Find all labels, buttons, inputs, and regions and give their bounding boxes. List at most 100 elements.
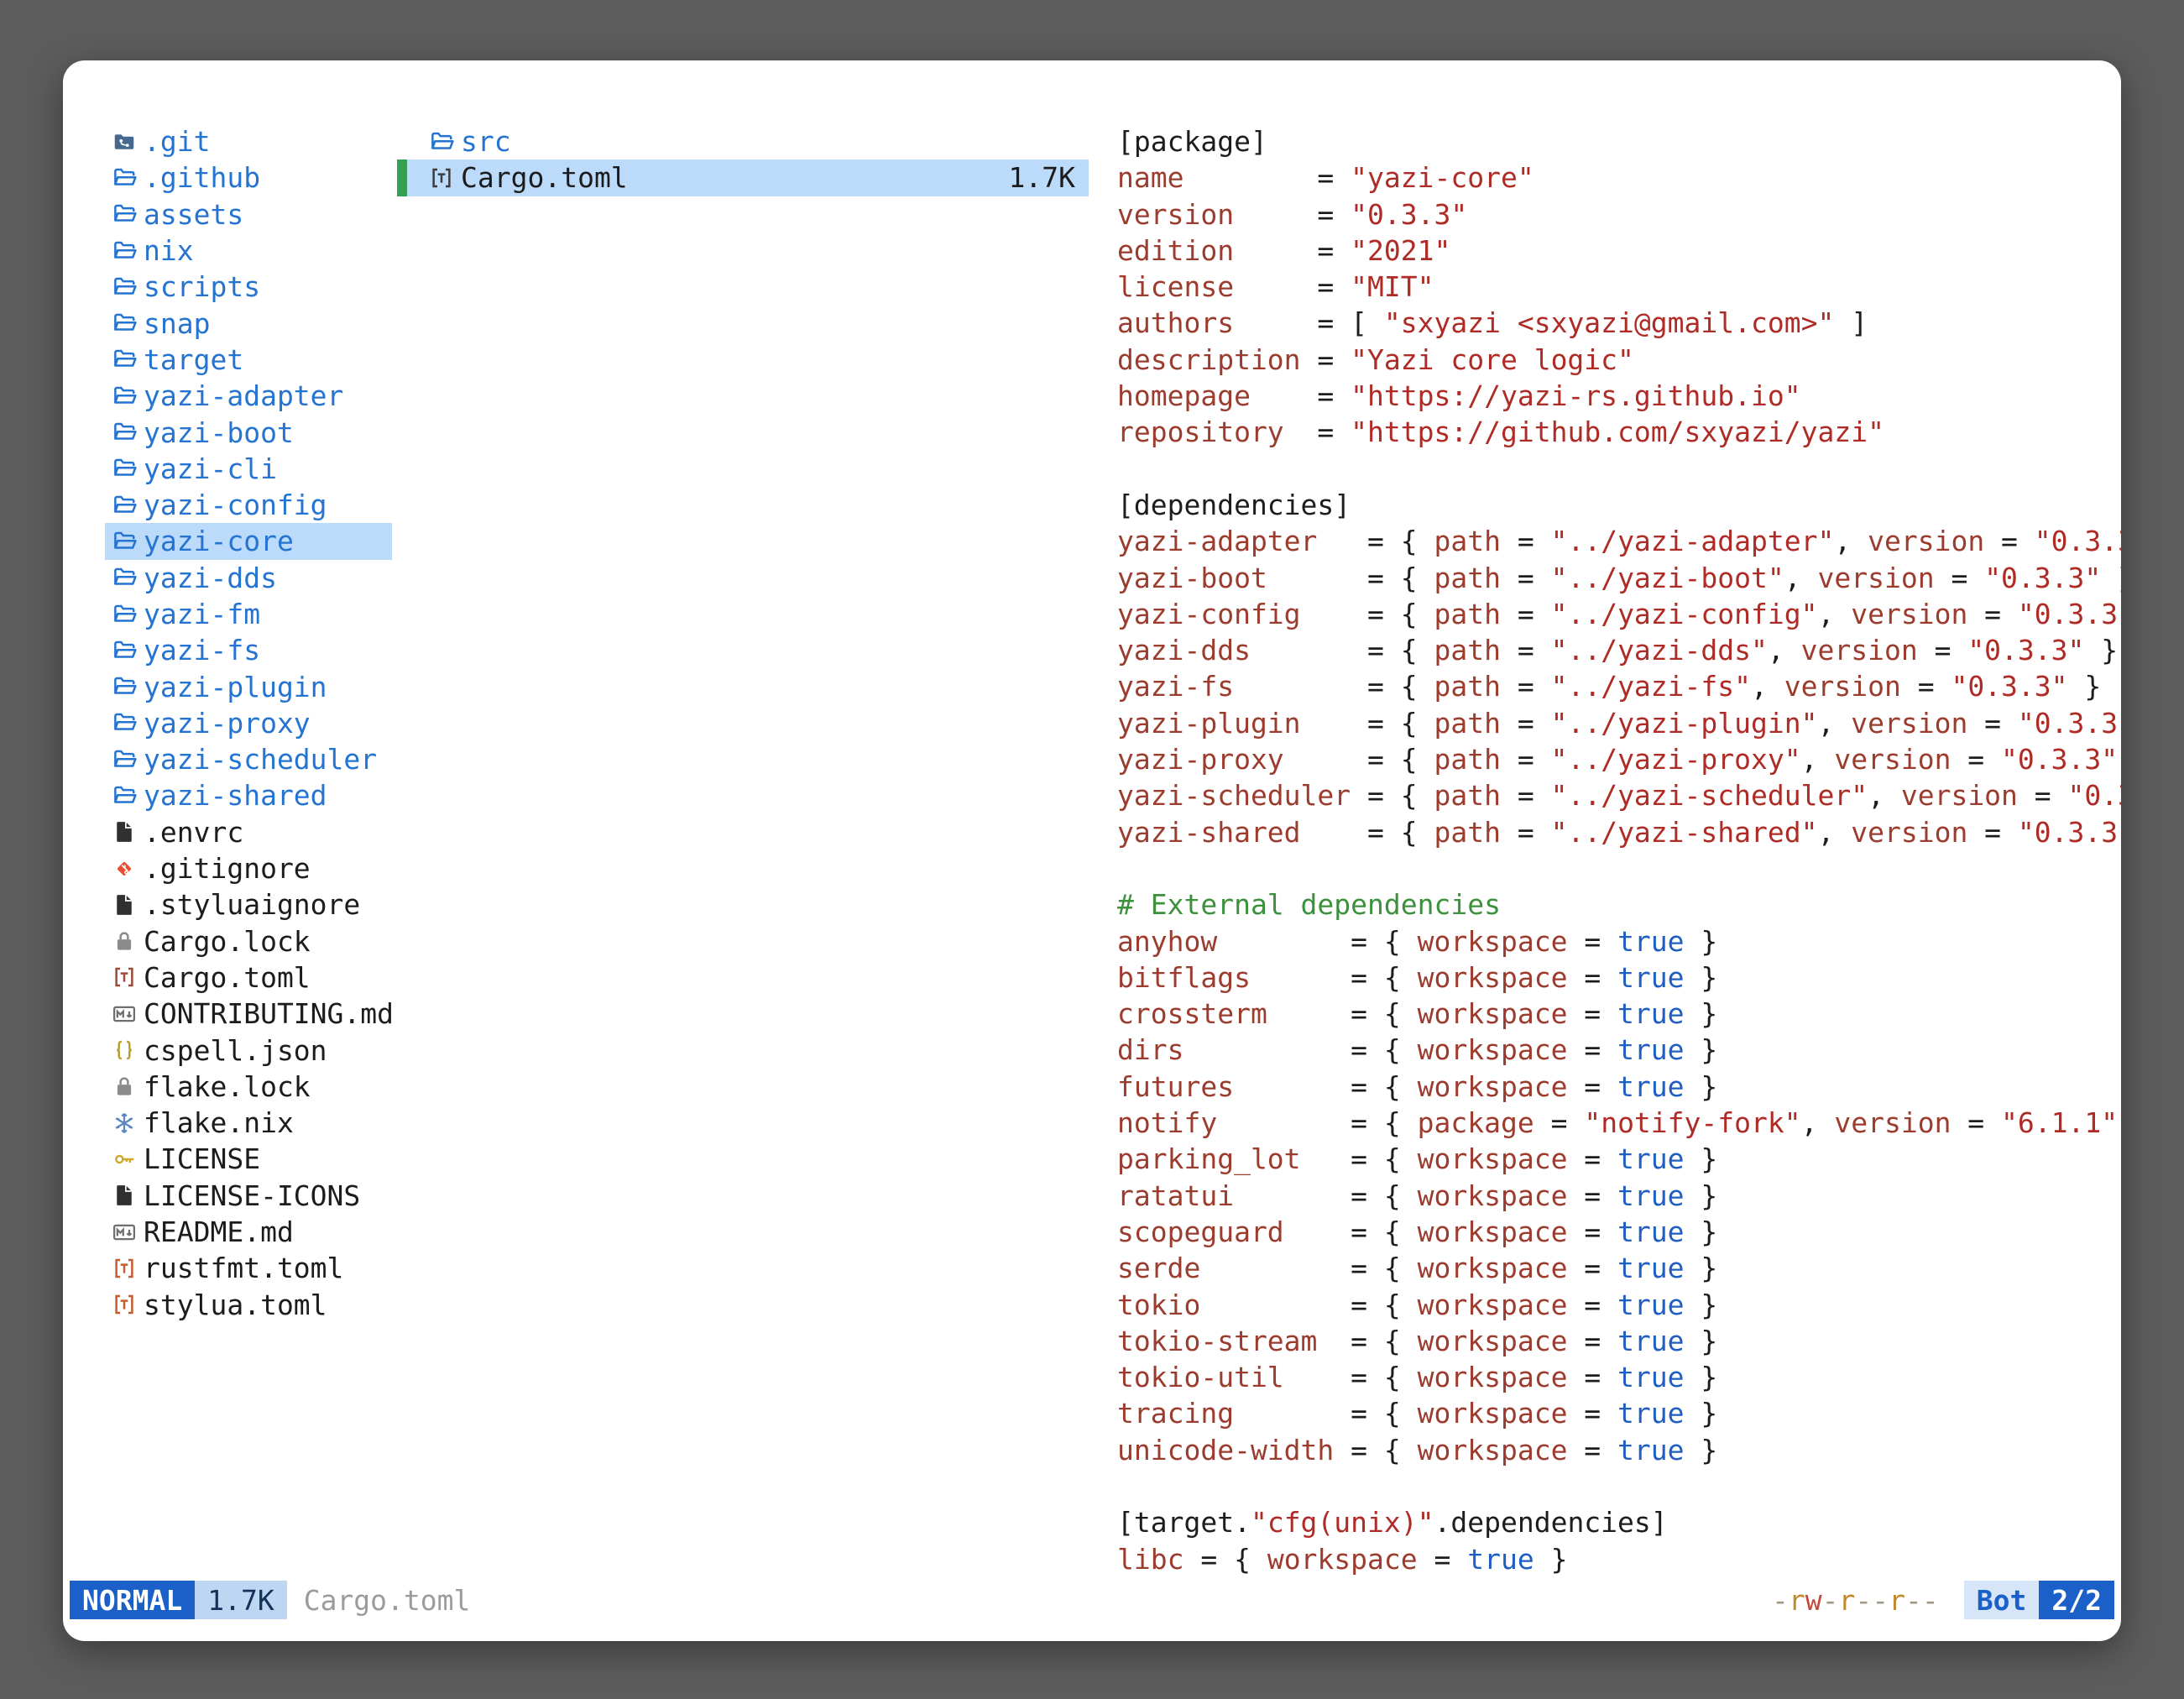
folder-icon — [110, 565, 138, 590]
file-item-license[interactable]: LICENSE — [105, 1141, 392, 1177]
file-item-styluaignore[interactable]: .styluaignore — [105, 886, 392, 923]
status-bar: NORMAL 1.7K Cargo.toml -rw-r--r-- Bot 2/… — [70, 1581, 2114, 1619]
item-label: yazi-proxy — [144, 707, 311, 740]
dir-item-yazi-boot[interactable]: yazi-boot — [105, 414, 392, 450]
preview-line: parking_lot = { workspace = true } — [1117, 1141, 2121, 1177]
dir-item-github[interactable]: .github — [105, 159, 392, 196]
preview-line: crossterm = { workspace = true } — [1117, 996, 2121, 1032]
preview-line: yazi-dds = { path = "../yazi-dds", versi… — [1117, 632, 2121, 668]
markdown-icon — [110, 1220, 138, 1245]
item-label: yazi-fs — [144, 634, 260, 667]
item-label: yazi-fm — [144, 598, 260, 630]
item-label: flake.lock — [144, 1070, 311, 1103]
preview-line: anyhow = { workspace = true } — [1117, 923, 2121, 959]
item-label: yazi-scheduler — [144, 743, 377, 776]
folder-icon — [110, 747, 138, 772]
current-pane: srcCargo.toml1.7K — [397, 123, 1089, 196]
dir-item-yazi-plugin[interactable]: yazi-plugin — [105, 668, 392, 704]
item-label: scripts — [144, 270, 260, 303]
folder-icon — [110, 674, 138, 699]
item-label: .styluaignore — [144, 888, 360, 921]
dir-item-yazi-core[interactable]: yazi-core — [105, 523, 392, 559]
dir-item-yazi-fs[interactable]: yazi-fs — [105, 632, 392, 668]
file-item-rustfmt-toml[interactable]: rustfmt.toml — [105, 1250, 392, 1286]
preview-line: authors = [ "sxyazi <sxyazi@gmail.com>" … — [1117, 305, 2121, 341]
dir-item-yazi-cli[interactable]: yazi-cli — [105, 451, 392, 487]
preview-line: description = "Yazi core logic" — [1117, 342, 2121, 378]
file-size-badge: 1.7K — [195, 1581, 286, 1619]
dir-item-snap[interactable]: snap — [105, 305, 392, 341]
preview-line: tokio-util = { workspace = true } — [1117, 1359, 2121, 1395]
preview-line: unicode-width = { workspace = true } — [1117, 1432, 2121, 1468]
toml-icon — [110, 1256, 138, 1281]
scroll-position-badge: Bot — [1964, 1581, 2040, 1619]
preview-line: tokio = { workspace = true } — [1117, 1287, 2121, 1323]
dir-item-yazi-dds[interactable]: yazi-dds — [105, 560, 392, 596]
file-item-flake-lock[interactable]: flake.lock — [105, 1069, 392, 1105]
file-item-flake-nix[interactable]: flake.nix — [105, 1105, 392, 1141]
dir-item-yazi-scheduler[interactable]: yazi-scheduler — [105, 741, 392, 777]
permission-char: w — [1805, 1584, 1822, 1617]
file-item-gitignore[interactable]: .gitignore — [105, 850, 392, 886]
file-item-cargo-toml[interactable]: Cargo.toml1.7K — [397, 159, 1089, 196]
preview-line: yazi-shared = { path = "../yazi-shared",… — [1117, 814, 2121, 850]
file-item-readme-md[interactable]: README.md — [105, 1214, 392, 1250]
file-item-contributing-md[interactable]: CONTRIBUTING.md — [105, 996, 392, 1032]
permissions-text: -rw-r--r-- — [1772, 1584, 1939, 1617]
file-item-envrc[interactable]: .envrc — [105, 814, 392, 850]
dir-item-nix[interactable]: nix — [105, 233, 392, 269]
dir-item-yazi-proxy[interactable]: yazi-proxy — [105, 705, 392, 741]
permission-char: - — [1855, 1584, 1872, 1617]
permission-char: - — [1872, 1584, 1889, 1617]
folder-icon — [110, 420, 138, 445]
preview-line: yazi-fs = { path = "../yazi-fs", version… — [1117, 668, 2121, 704]
permission-char: - — [1905, 1584, 1922, 1617]
preview-line — [1117, 1468, 2121, 1504]
item-label: LICENSE-ICONS — [144, 1179, 360, 1212]
item-label: yazi-core — [144, 525, 294, 557]
preview-line: yazi-adapter = { path = "../yazi-adapter… — [1117, 523, 2121, 559]
file-item-stylua-toml[interactable]: stylua.toml — [105, 1287, 392, 1323]
file-item-cargo-lock[interactable]: Cargo.lock — [105, 923, 392, 959]
preview-pane: [package]name = "yazi-core"version = "0.… — [1117, 123, 2121, 1582]
preview-line: tokio-stream = { workspace = true } — [1117, 1323, 2121, 1359]
key-icon — [110, 1147, 138, 1172]
folder-icon — [110, 347, 138, 372]
folder-icon — [110, 602, 138, 627]
preview-line: futures = { workspace = true } — [1117, 1069, 2121, 1105]
dir-item-src[interactable]: src — [397, 123, 1089, 159]
folder-icon — [110, 529, 138, 554]
item-label: flake.nix — [144, 1106, 294, 1139]
permission-char: r — [1839, 1584, 1856, 1617]
mode-badge: NORMAL — [70, 1581, 195, 1619]
preview-line: notify = { package = "notify-fork", vers… — [1117, 1105, 2121, 1141]
item-label: .gitignore — [144, 852, 311, 885]
preview-line: name = "yazi-core" — [1117, 159, 2121, 196]
status-left: NORMAL 1.7K Cargo.toml — [70, 1581, 470, 1619]
item-label: snap — [144, 307, 210, 340]
dir-item-target[interactable]: target — [105, 342, 392, 378]
dir-item-yazi-adapter[interactable]: yazi-adapter — [105, 378, 392, 414]
json-icon — [110, 1038, 138, 1063]
item-label: LICENSE — [144, 1142, 260, 1175]
preview-line: bitflags = { workspace = true } — [1117, 959, 2121, 996]
dir-item-assets[interactable]: assets — [105, 196, 392, 233]
dir-item-yazi-config[interactable]: yazi-config — [105, 487, 392, 523]
folder-icon — [110, 384, 138, 409]
yazi-window: .git.githubassetsnixscriptssnaptargetyaz… — [63, 60, 2121, 1641]
file-item-cspell-json[interactable]: cspell.json — [105, 1032, 392, 1068]
folder-git-icon — [110, 129, 138, 154]
dir-item-yazi-shared[interactable]: yazi-shared — [105, 777, 392, 813]
item-label: src — [461, 125, 511, 158]
file-item-cargo-toml[interactable]: Cargo.toml — [105, 959, 392, 996]
dir-item-git[interactable]: .git — [105, 123, 392, 159]
toml-icon — [110, 965, 138, 990]
dir-item-yazi-fm[interactable]: yazi-fm — [105, 596, 392, 632]
preview-line: yazi-config = { path = "../yazi-config",… — [1117, 596, 2121, 632]
file-item-license-icons[interactable]: LICENSE-ICONS — [105, 1178, 392, 1214]
preview-line: yazi-scheduler = { path = "../yazi-sched… — [1117, 777, 2121, 813]
preview-line: ratatui = { workspace = true } — [1117, 1178, 2121, 1214]
dir-item-scripts[interactable]: scripts — [105, 269, 392, 305]
preview-line: [package] — [1117, 123, 2121, 159]
lock-icon — [110, 928, 138, 954]
